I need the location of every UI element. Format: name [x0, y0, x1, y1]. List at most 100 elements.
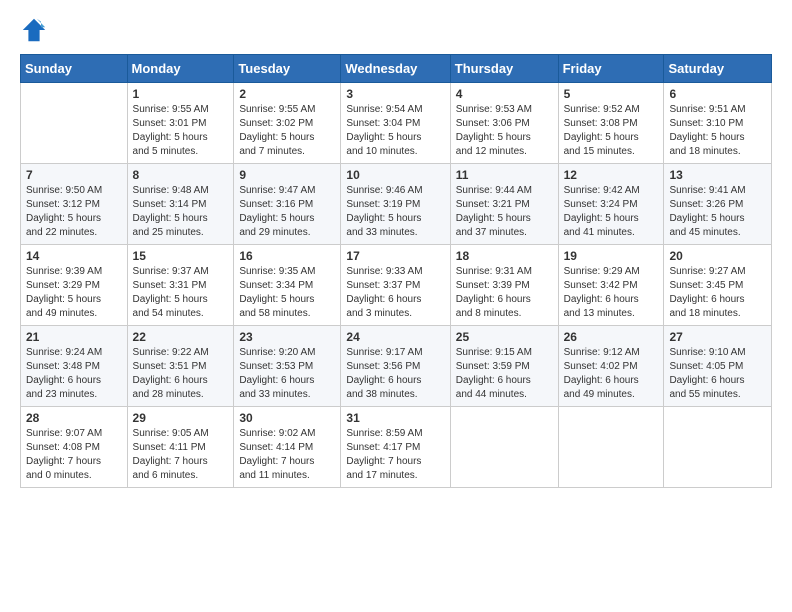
calendar-cell: 6 Sunrise: 9:51 AMSunset: 3:10 PMDaylight… — [664, 83, 772, 164]
calendar-cell — [450, 407, 558, 488]
calendar-cell — [558, 407, 664, 488]
day-info: Sunrise: 9:10 AMSunset: 4:05 PMDaylight:… — [669, 346, 766, 402]
day-info: Sunrise: 9:55 AMSunset: 3:02 PMDaylight:… — [239, 103, 335, 159]
day-number: 5 — [564, 87, 659, 101]
calendar-header: SundayMondayTuesdayWednesdayThursdayFrid… — [21, 55, 772, 83]
calendar-body: 1Sunrise: 9:55 AMSunset: 3:01 PMDaylight… — [21, 83, 772, 488]
calendar-cell: 31Sunrise: 8:59 AMSunset: 4:17 PMDayligh… — [341, 407, 450, 488]
day-number: 7 — [26, 168, 122, 182]
day-number: 2 — [239, 87, 335, 101]
calendar-table: SundayMondayTuesdayWednesdayThursdayFrid… — [20, 54, 772, 488]
week-row-3: 14 Sunrise: 9:39 AMSunset: 3:29 PMDayligh… — [21, 245, 772, 326]
calendar-cell — [664, 407, 772, 488]
calendar-cell: 9 Sunrise: 9:47 AMSunset: 3:16 PMDaylight… — [234, 164, 341, 245]
day-number: 26 — [564, 330, 659, 344]
calendar-cell: 11 Sunrise: 9:44 AMSunset: 3:21 PMDayligh… — [450, 164, 558, 245]
calendar-cell: 10 Sunrise: 9:46 AMSunset: 3:19 PMDayligh… — [341, 164, 450, 245]
day-info: Sunrise: 9:12 AMSunset: 4:02 PMDaylight:… — [564, 346, 659, 402]
day-info: Sunrise: 9:05 AMSunset: 4:11 PMDaylight:… — [133, 427, 229, 483]
calendar-cell: 1Sunrise: 9:55 AMSunset: 3:01 PMDaylight… — [127, 83, 234, 164]
day-number: 14 — [26, 249, 122, 263]
day-number: 13 — [669, 168, 766, 182]
day-number: 10 — [346, 168, 444, 182]
day-info: Sunrise: 9:37 AMSunset: 3:31 PMDaylight:… — [133, 265, 229, 321]
calendar-cell: 20 Sunrise: 9:27 AMSunset: 3:45 PMDayligh… — [664, 245, 772, 326]
day-number: 23 — [239, 330, 335, 344]
calendar-cell: 19Sunrise: 9:29 AMSunset: 3:42 PMDayligh… — [558, 245, 664, 326]
calendar-cell: 27Sunrise: 9:10 AMSunset: 4:05 PMDayligh… — [664, 326, 772, 407]
header-friday: Friday — [558, 55, 664, 83]
day-number: 11 — [456, 168, 553, 182]
calendar-cell: 15 Sunrise: 9:37 AMSunset: 3:31 PMDayligh… — [127, 245, 234, 326]
day-info: Sunrise: 9:44 AMSunset: 3:21 PMDaylight:… — [456, 184, 553, 240]
day-number: 19 — [564, 249, 659, 263]
day-number: 12 — [564, 168, 659, 182]
day-info: Sunrise: 9:47 AMSunset: 3:16 PMDaylight:… — [239, 184, 335, 240]
day-info: Sunrise: 9:31 AMSunset: 3:39 PMDaylight:… — [456, 265, 553, 321]
day-info: Sunrise: 9:33 AMSunset: 3:37 PMDaylight:… — [346, 265, 444, 321]
day-info: Sunrise: 9:54 AMSunset: 3:04 PMDaylight:… — [346, 103, 444, 159]
week-row-5: 28 Sunrise: 9:07 AMSunset: 4:08 PMDayligh… — [21, 407, 772, 488]
calendar-cell: 21 Sunrise: 9:24 AMSunset: 3:48 PMDayligh… — [21, 326, 128, 407]
day-number: 21 — [26, 330, 122, 344]
calendar-cell: 2 Sunrise: 9:55 AMSunset: 3:02 PMDaylight… — [234, 83, 341, 164]
day-info: Sunrise: 9:50 AMSunset: 3:12 PMDaylight:… — [26, 184, 122, 240]
day-info: Sunrise: 9:02 AMSunset: 4:14 PMDaylight:… — [239, 427, 335, 483]
calendar-cell: 30 Sunrise: 9:02 AMSunset: 4:14 PMDayligh… — [234, 407, 341, 488]
header — [20, 16, 772, 44]
calendar-cell: 22 Sunrise: 9:22 AMSunset: 3:51 PMDayligh… — [127, 326, 234, 407]
day-info: Sunrise: 9:15 AMSunset: 3:59 PMDaylight:… — [456, 346, 553, 402]
calendar-cell: 7 Sunrise: 9:50 AMSunset: 3:12 PMDaylight… — [21, 164, 128, 245]
day-number: 3 — [346, 87, 444, 101]
day-info: Sunrise: 9:46 AMSunset: 3:19 PMDaylight:… — [346, 184, 444, 240]
calendar-cell: 29 Sunrise: 9:05 AMSunset: 4:11 PMDayligh… — [127, 407, 234, 488]
calendar-cell: 4 Sunrise: 9:53 AMSunset: 3:06 PMDaylight… — [450, 83, 558, 164]
day-info: Sunrise: 9:24 AMSunset: 3:48 PMDaylight:… — [26, 346, 122, 402]
calendar-cell: 18 Sunrise: 9:31 AMSunset: 3:39 PMDayligh… — [450, 245, 558, 326]
day-info: Sunrise: 9:48 AMSunset: 3:14 PMDaylight:… — [133, 184, 229, 240]
week-row-4: 21 Sunrise: 9:24 AMSunset: 3:48 PMDayligh… — [21, 326, 772, 407]
day-number: 1 — [133, 87, 229, 101]
day-number: 8 — [133, 168, 229, 182]
day-info: Sunrise: 9:42 AMSunset: 3:24 PMDaylight:… — [564, 184, 659, 240]
header-wednesday: Wednesday — [341, 55, 450, 83]
day-number: 30 — [239, 411, 335, 425]
day-number: 24 — [346, 330, 444, 344]
day-info: Sunrise: 9:51 AMSunset: 3:10 PMDaylight:… — [669, 103, 766, 159]
calendar-cell — [21, 83, 128, 164]
day-info: Sunrise: 9:17 AMSunset: 3:56 PMDaylight:… — [346, 346, 444, 402]
day-number: 15 — [133, 249, 229, 263]
day-info: Sunrise: 9:35 AMSunset: 3:34 PMDaylight:… — [239, 265, 335, 321]
calendar-cell: 17Sunrise: 9:33 AMSunset: 3:37 PMDayligh… — [341, 245, 450, 326]
day-info: Sunrise: 9:27 AMSunset: 3:45 PMDaylight:… — [669, 265, 766, 321]
week-row-2: 7 Sunrise: 9:50 AMSunset: 3:12 PMDaylight… — [21, 164, 772, 245]
day-number: 18 — [456, 249, 553, 263]
day-number: 28 — [26, 411, 122, 425]
calendar-cell: 26 Sunrise: 9:12 AMSunset: 4:02 PMDayligh… — [558, 326, 664, 407]
day-number: 22 — [133, 330, 229, 344]
day-number: 6 — [669, 87, 766, 101]
day-info: Sunrise: 9:07 AMSunset: 4:08 PMDaylight:… — [26, 427, 122, 483]
day-info: Sunrise: 9:20 AMSunset: 3:53 PMDaylight:… — [239, 346, 335, 402]
calendar-cell: 14 Sunrise: 9:39 AMSunset: 3:29 PMDayligh… — [21, 245, 128, 326]
header-monday: Monday — [127, 55, 234, 83]
calendar-cell: 8 Sunrise: 9:48 AMSunset: 3:14 PMDaylight… — [127, 164, 234, 245]
calendar-cell: 3 Sunrise: 9:54 AMSunset: 3:04 PMDaylight… — [341, 83, 450, 164]
calendar-cell: 24 Sunrise: 9:17 AMSunset: 3:56 PMDayligh… — [341, 326, 450, 407]
day-number: 20 — [669, 249, 766, 263]
day-number: 25 — [456, 330, 553, 344]
day-number: 16 — [239, 249, 335, 263]
day-number: 29 — [133, 411, 229, 425]
header-thursday: Thursday — [450, 55, 558, 83]
day-number: 9 — [239, 168, 335, 182]
header-row: SundayMondayTuesdayWednesdayThursdayFrid… — [21, 55, 772, 83]
day-number: 4 — [456, 87, 553, 101]
day-info: Sunrise: 8:59 AMSunset: 4:17 PMDaylight:… — [346, 427, 444, 483]
header-saturday: Saturday — [664, 55, 772, 83]
day-info: Sunrise: 9:22 AMSunset: 3:51 PMDaylight:… — [133, 346, 229, 402]
day-info: Sunrise: 9:53 AMSunset: 3:06 PMDaylight:… — [456, 103, 553, 159]
header-sunday: Sunday — [21, 55, 128, 83]
day-info: Sunrise: 9:41 AMSunset: 3:26 PMDaylight:… — [669, 184, 766, 240]
day-info: Sunrise: 9:39 AMSunset: 3:29 PMDaylight:… — [26, 265, 122, 321]
logo — [20, 16, 52, 44]
